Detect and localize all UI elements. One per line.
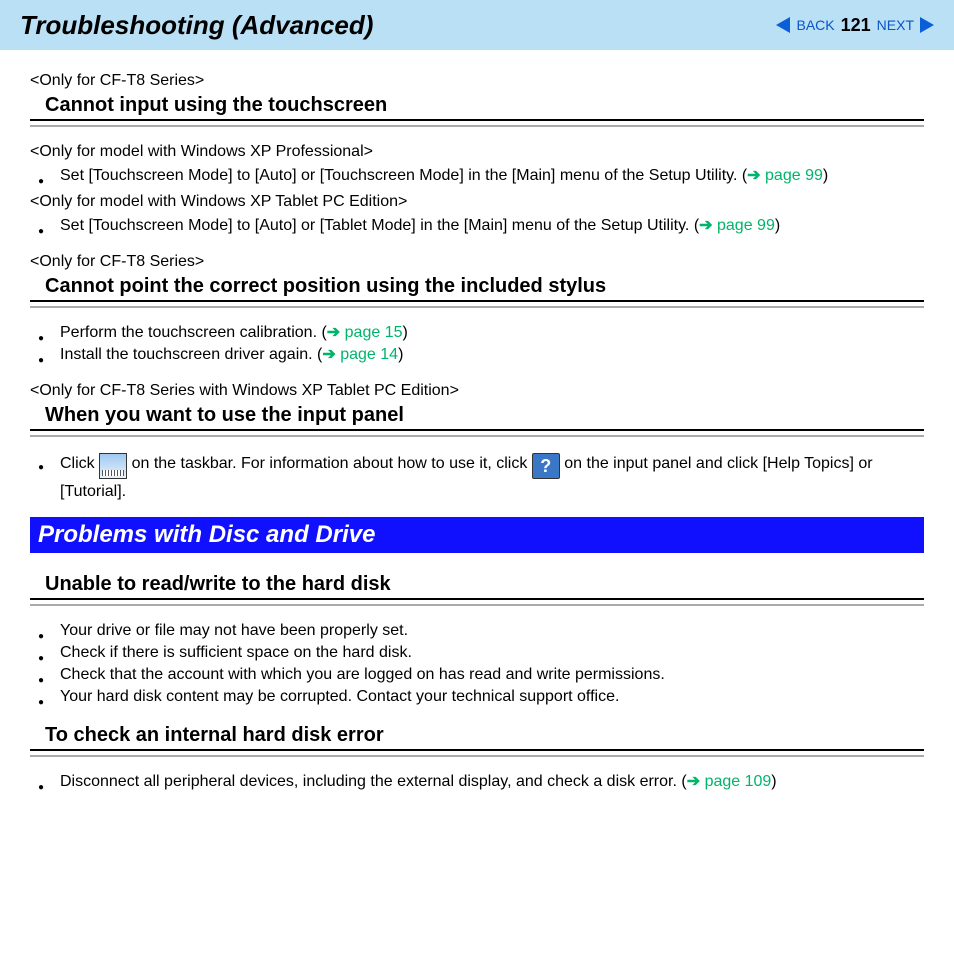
list-item: Set [Touchscreen Mode] to [Auto] or [Tab… [30,215,924,237]
category-heading: Problems with Disc and Drive [30,517,924,553]
page-link[interactable]: page 99 [717,217,775,234]
divider [30,119,924,127]
content-area: <Only for CF-T8 Series> Cannot input usi… [0,50,954,793]
page-link[interactable]: page 109 [705,773,772,790]
section-heading: Unable to read/write to the hard disk [30,573,924,596]
divider [30,300,924,308]
page-link[interactable]: page 14 [340,346,398,363]
list-item: Your drive or file may not have been pro… [30,620,924,642]
help-icon: ? [532,453,560,479]
list-item: Your hard disk content may be corrupted.… [30,686,924,708]
header-bar: Troubleshooting (Advanced) BACK 121 NEXT [0,0,954,50]
divider [30,429,924,437]
list-item: Set [Touchscreen Mode] to [Auto] or [Tou… [30,165,924,187]
back-button[interactable]: BACK [796,17,834,33]
link-arrow-icon: ➔ [747,167,765,184]
section-heading: Cannot input using the touchscreen [30,94,924,117]
list-item: Disconnect all peripheral devices, inclu… [30,771,924,793]
back-arrow-icon[interactable] [776,17,790,33]
next-arrow-icon[interactable] [920,17,934,33]
model-note: <Only for CF-T8 Series with Windows XP T… [30,380,924,402]
link-arrow-icon: ➔ [699,217,717,234]
list-item: Click on the taskbar. For information ab… [30,451,924,503]
model-note: <Only for model with Windows XP Professi… [30,141,924,163]
list-item: Check if there is sufficient space on th… [30,642,924,664]
page-link[interactable]: page 99 [765,167,823,184]
model-note: <Only for model with Windows XP Tablet P… [30,191,924,213]
continued-text: [Tutorial]. [60,481,924,503]
list-item: Check that the account with which you ar… [30,664,924,686]
link-arrow-icon: ➔ [322,346,340,363]
nav-controls: BACK 121 NEXT [776,15,934,36]
section-heading: When you want to use the input panel [30,404,924,427]
link-arrow-icon: ➔ [327,324,345,341]
list-item: Perform the touchscreen calibration. (➔ … [30,322,924,344]
next-button[interactable]: NEXT [877,17,914,33]
link-arrow-icon: ➔ [687,773,705,790]
section-heading: Cannot point the correct position using … [30,275,924,298]
input-panel-icon [99,453,127,479]
model-note: <Only for CF-T8 Series> [30,70,924,92]
page-title: Troubleshooting (Advanced) [20,10,373,41]
page-number: 121 [841,15,871,36]
section-heading: To check an internal hard disk error [30,724,924,747]
page-link[interactable]: page 15 [345,324,403,341]
divider [30,749,924,757]
divider [30,598,924,606]
list-item: Install the touchscreen driver again. (➔… [30,344,924,366]
model-note: <Only for CF-T8 Series> [30,251,924,273]
